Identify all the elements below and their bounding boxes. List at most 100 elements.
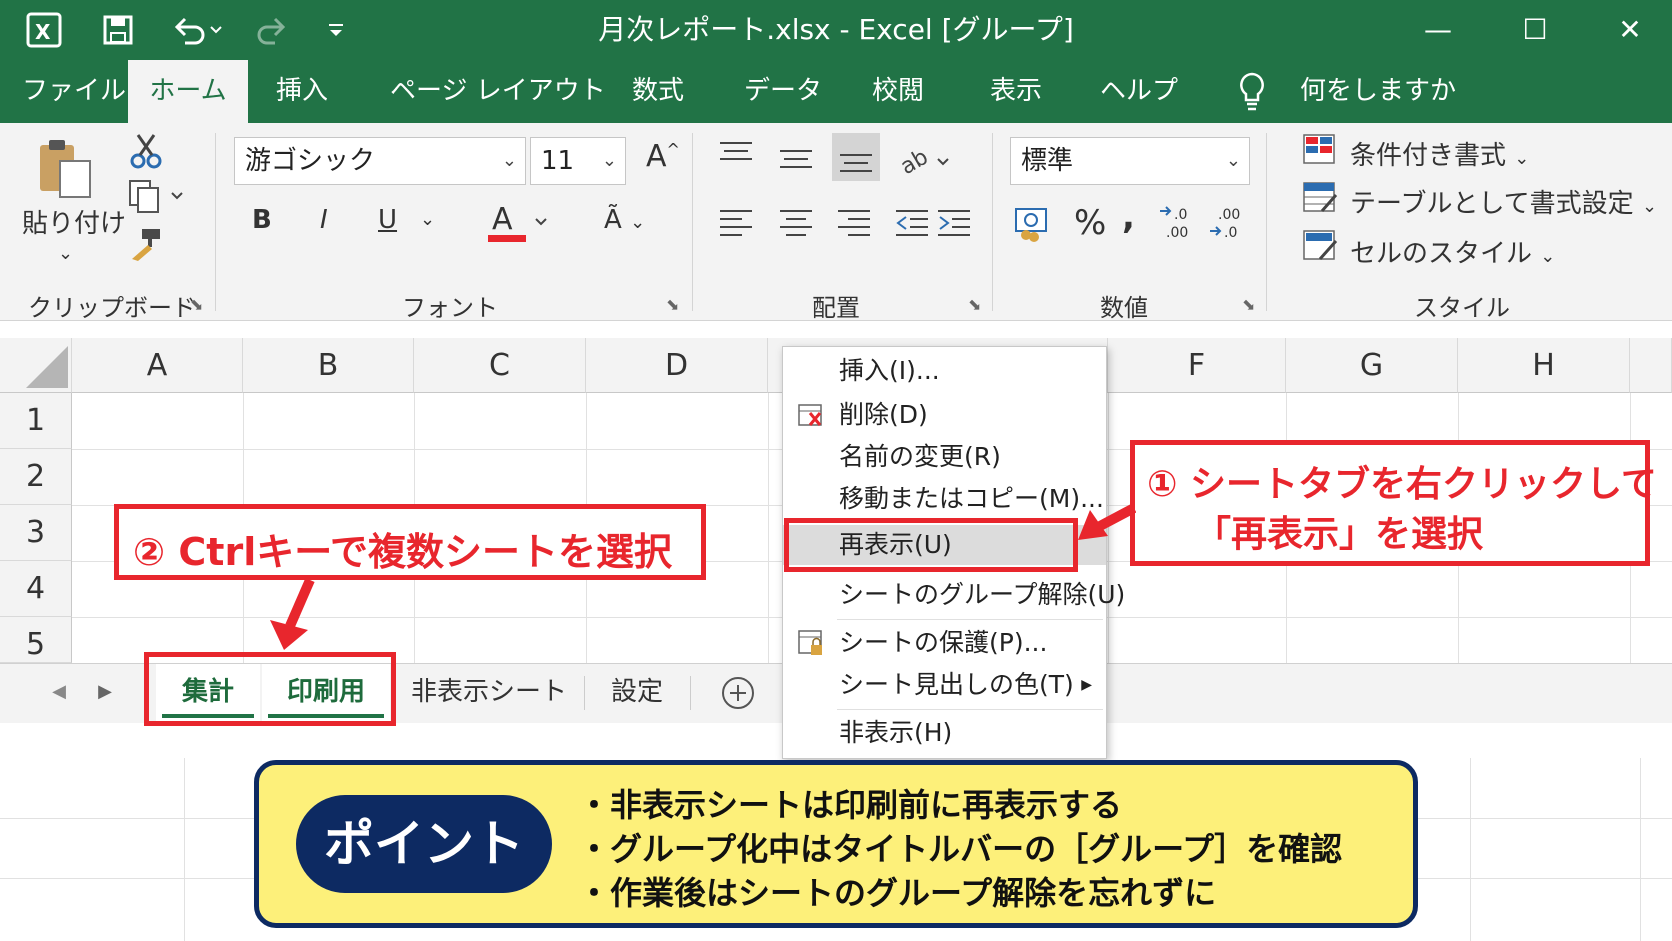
menu-item-tab-color[interactable]: シート見出しの色(T) ▶ <box>783 665 1106 705</box>
conditional-formatting-icon[interactable] <box>1302 133 1338 174</box>
row-header-2[interactable]: 2 <box>0 449 72 505</box>
callout-step1-line2: 「再表示」を選択 <box>1195 514 1484 555</box>
comma-style-button[interactable]: , <box>1122 197 1135 237</box>
align-middle-icon[interactable] <box>778 145 814 180</box>
font-effects-icon[interactable]: Ã ⌄ <box>604 205 645 235</box>
italic-button[interactable]: I <box>320 205 328 235</box>
tab-page-layout[interactable]: ページ レイアウト <box>390 60 606 123</box>
group-label-alignment: 配置 <box>812 294 860 322</box>
align-right-icon[interactable] <box>836 207 872 244</box>
tab-insert[interactable]: 挿入 <box>276 60 328 123</box>
column-header-g[interactable]: G <box>1286 338 1458 393</box>
clipboard-launcher-icon[interactable]: ⬊ <box>190 295 203 314</box>
cell-styles-button[interactable]: セルのスタイル ⌄ <box>1350 233 1555 270</box>
grid-line <box>768 393 769 663</box>
menu-item-protect[interactable]: シートの保護(P)... <box>783 623 1106 663</box>
tab-file[interactable]: ファイル <box>22 60 126 123</box>
underline-button[interactable]: U <box>378 205 397 235</box>
tab-view[interactable]: 表示 <box>990 60 1042 123</box>
tab-review[interactable]: 校閲 <box>872 60 924 123</box>
underline-dropdown-icon[interactable]: ⌄ <box>420 209 435 230</box>
orientation-icon[interactable]: ab <box>896 141 952 184</box>
sheet-prev-button[interactable]: ◀ <box>44 664 74 722</box>
row-header-5[interactable]: 5 <box>0 617 72 663</box>
font-name-select[interactable]: 游ゴシック ⌄ <box>234 137 526 185</box>
font-launcher-icon[interactable]: ⬊ <box>666 295 679 314</box>
menu-item-label: 名前の変更(R) <box>839 442 1001 471</box>
menu-item-label: シートの保護(P)... <box>839 628 1048 657</box>
svg-text:.0: .0 <box>1174 207 1187 223</box>
paste-button[interactable]: 貼り付け <box>22 203 126 240</box>
increase-font-icon[interactable]: A^ <box>646 139 680 174</box>
minimize-button[interactable]: — <box>1408 8 1468 52</box>
menu-item-insert[interactable]: 挿入(I)... <box>783 351 1106 391</box>
menu-item-move-copy[interactable]: 移動またはコピー(M)... <box>783 479 1106 519</box>
conditional-formatting-button[interactable]: 条件付き書式 ⌄ <box>1350 135 1529 172</box>
point-item-3: ・作業後はシートのグループ解除を忘れずに <box>578 874 1217 912</box>
number-format-value: 標準 <box>1021 146 1074 176</box>
menu-item-label: 非表示(H) <box>839 718 953 747</box>
format-as-table-icon[interactable] <box>1302 181 1338 222</box>
align-top-icon[interactable] <box>718 139 754 174</box>
menu-item-hide[interactable]: 非表示(H) <box>783 713 1106 753</box>
column-header-i[interactable] <box>1630 338 1672 393</box>
row-header-3[interactable]: 3 <box>0 505 72 561</box>
format-as-table-button[interactable]: テーブルとして書式設定 ⌄ <box>1350 183 1657 220</box>
tell-me-search[interactable]: 何をしますか <box>1300 60 1456 123</box>
chevron-down-icon: ⌄ <box>1225 150 1241 171</box>
alignment-launcher-icon[interactable]: ⬊ <box>968 295 981 314</box>
cell-styles-icon[interactable] <box>1302 229 1338 270</box>
row-header-1[interactable]: 1 <box>0 393 72 449</box>
point-item-1: ・非表示シートは印刷前に再表示する <box>578 786 1123 824</box>
menu-item-ungroup[interactable]: シートのグループ解除(U) <box>783 575 1125 615</box>
number-format-select[interactable]: 標準 ⌄ <box>1010 137 1250 185</box>
tab-home[interactable]: ホーム <box>128 60 248 123</box>
format-as-table-label: テーブルとして書式設定 <box>1350 189 1634 219</box>
column-header-h[interactable]: H <box>1458 338 1630 393</box>
unhide-highlight-box <box>784 518 1078 572</box>
align-bottom-icon[interactable] <box>832 133 880 181</box>
format-painter-icon[interactable] <box>128 225 164 268</box>
menu-item-label: 挿入(I)... <box>839 356 940 385</box>
ribbon-tabs: ファイル ホーム 挿入 ページ レイアウト 数式 データ 校閲 表示 ヘルプ 何… <box>0 60 1672 123</box>
column-header-a[interactable]: A <box>72 338 243 393</box>
cut-icon[interactable] <box>130 133 162 176</box>
maximize-button[interactable]: ☐ <box>1505 8 1565 52</box>
align-center-icon[interactable] <box>778 207 814 244</box>
increase-decimal-icon[interactable]: .0.00 <box>1158 203 1198 250</box>
bold-button[interactable]: B <box>252 205 272 235</box>
paste-icon[interactable] <box>36 137 96 208</box>
decrease-decimal-icon[interactable]: .00.0 <box>1208 203 1248 250</box>
menu-item-rename[interactable]: 名前の変更(R) <box>783 437 1106 477</box>
column-header-c[interactable]: C <box>414 338 586 393</box>
font-color-icon[interactable]: A <box>488 199 552 252</box>
align-left-icon[interactable] <box>718 207 754 244</box>
column-header-f[interactable]: F <box>1108 338 1286 393</box>
copy-icon[interactable] <box>128 179 184 222</box>
number-launcher-icon[interactable]: ⬊ <box>1242 295 1255 314</box>
select-all-corner[interactable] <box>0 338 72 393</box>
group-separator <box>692 133 693 311</box>
row-header-4[interactable]: 4 <box>0 561 72 617</box>
menu-item-label: シートのグループ解除(U) <box>839 580 1126 609</box>
percent-style-button[interactable]: % <box>1074 203 1106 243</box>
add-sheet-icon[interactable] <box>718 664 758 722</box>
accounting-format-icon[interactable] <box>1012 203 1052 250</box>
paste-dropdown-icon[interactable]: ⌄ <box>58 243 73 264</box>
sheet-tab-settings[interactable]: 設定 <box>594 664 680 722</box>
font-size-select[interactable]: 11 ⌄ <box>530 137 626 185</box>
tab-data[interactable]: データ <box>744 60 822 123</box>
increase-indent-icon[interactable] <box>936 207 972 244</box>
sheet-tab-hidden[interactable]: 非表示シート <box>404 664 574 722</box>
column-header-b[interactable]: B <box>243 338 414 393</box>
tab-help[interactable]: ヘルプ <box>1100 60 1178 123</box>
close-button[interactable]: ✕ <box>1600 8 1660 52</box>
title-bar: X 月次レポート.xlsx - Excel [グループ] — ☐ ✕ <box>0 0 1672 60</box>
decrease-indent-icon[interactable] <box>894 207 930 244</box>
menu-item-delete[interactable]: 削除(D) <box>783 395 1106 435</box>
tab-formulas[interactable]: 数式 <box>632 60 684 123</box>
point-badge: ポイント <box>296 795 552 893</box>
column-header-d[interactable]: D <box>586 338 768 393</box>
font-size-value: 11 <box>541 146 575 176</box>
sheet-next-button[interactable]: ▶ <box>90 664 120 722</box>
